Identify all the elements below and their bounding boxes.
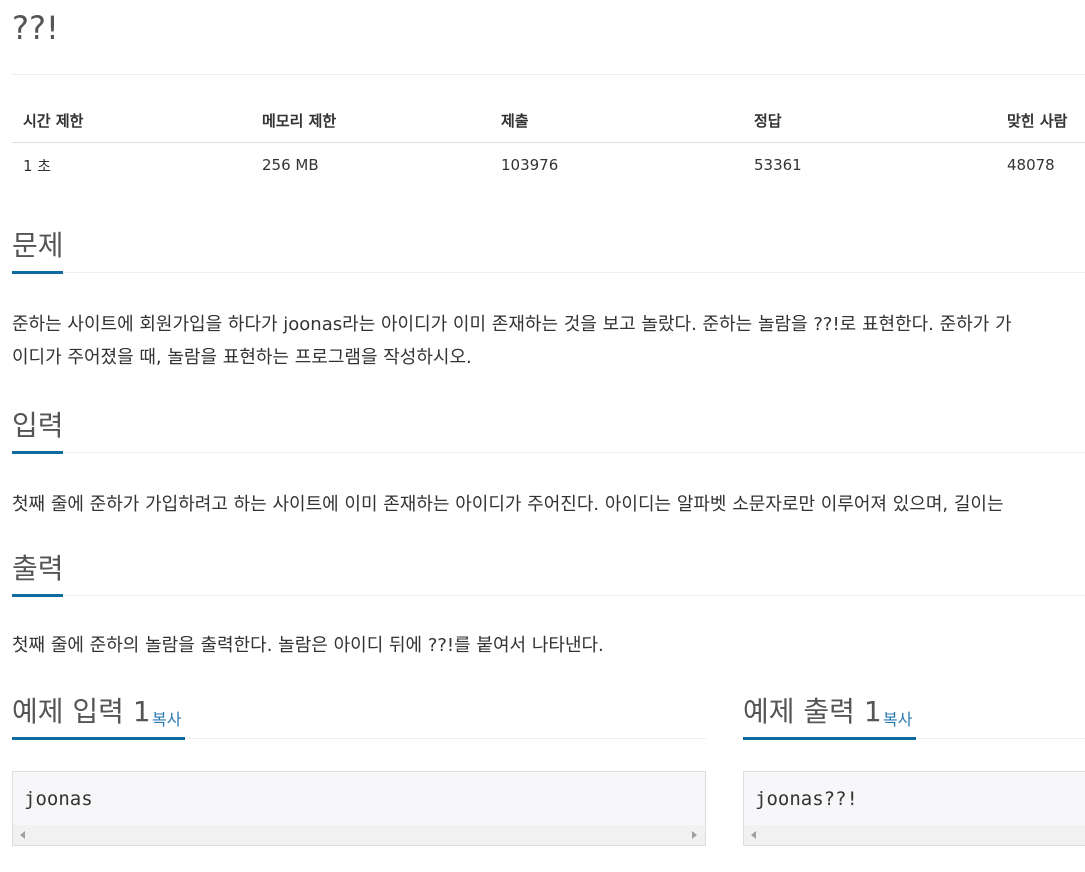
sample-input-code-box[interactable]: joonas bbox=[12, 771, 706, 846]
output-text-line: 첫째 줄에 준하의 놀람을 출력한다. 놀람은 아이디 뒤에 ??!를 붙여서 … bbox=[12, 635, 604, 656]
scroll-right-arrow-icon[interactable] bbox=[692, 831, 697, 839]
section-problem-body: 준하는 사이트에 회원가입을 하다가 joonas라는 아이디가 이미 존재하는… bbox=[12, 308, 1085, 374]
sample-output-title: 예제 출력 1 bbox=[743, 695, 882, 728]
scroll-left-arrow-icon[interactable] bbox=[751, 831, 756, 839]
sample-output-header: 예제 출력 1 복사 bbox=[743, 694, 1085, 740]
page-title: ??! bbox=[12, 9, 59, 47]
section-underline bbox=[12, 451, 63, 454]
problem-text-line: 이디가 주어졌을 때, 놀람을 표현하는 프로그램을 작성하시오. bbox=[12, 347, 472, 368]
section-divider bbox=[12, 272, 1085, 273]
header-submissions: 제출 bbox=[490, 98, 743, 143]
copy-sample-output-button[interactable]: 복사 bbox=[883, 706, 912, 730]
sample-input-header: 예제 입력 1 복사 bbox=[12, 694, 706, 740]
section-input: 입력 첫째 줄에 준하가 가입하려고 하는 사이트에 이미 존재하는 아이디가 … bbox=[12, 408, 1085, 515]
horizontal-scrollbar[interactable] bbox=[744, 825, 1085, 845]
section-input-body: 첫째 줄에 준하가 가입하려고 하는 사이트에 이미 존재하는 아이디가 주어진… bbox=[12, 488, 1085, 521]
horizontal-scrollbar[interactable] bbox=[13, 825, 705, 845]
value-submissions: 103976 bbox=[501, 156, 559, 174]
value-solved-users: 48078 bbox=[1007, 156, 1055, 174]
sample-output-code-box[interactable]: joonas??! bbox=[743, 771, 1085, 846]
input-text-line: 첫째 줄에 준하가 가입하려고 하는 사이트에 이미 존재하는 아이디가 주어진… bbox=[12, 494, 1004, 515]
section-underline bbox=[12, 271, 63, 274]
sample-input-title: 예제 입력 1 bbox=[12, 695, 151, 728]
value-memory-limit: 256 MB bbox=[262, 156, 319, 174]
section-problem-title: 문제 bbox=[12, 229, 64, 262]
sample-output-panel: 예제 출력 1 복사 bbox=[743, 694, 1085, 740]
info-header-row: 시간 제한 메모리 제한 제출 정답 맞힌 사람 bbox=[12, 98, 1085, 143]
section-problem-header: 문제 bbox=[12, 228, 1085, 274]
section-output-header: 출력 bbox=[12, 551, 1085, 597]
header-solved-users: 맞힌 사람 bbox=[996, 98, 1085, 143]
section-output: 출력 첫째 줄에 준하의 놀람을 출력한다. 놀람은 아이디 뒤에 ??!를 붙… bbox=[12, 551, 1085, 656]
section-divider bbox=[12, 595, 1085, 596]
problem-text-line: 준하는 사이트에 회원가입을 하다가 joonas라는 아이디가 이미 존재하는… bbox=[12, 314, 1012, 335]
sample-output-code: joonas??! bbox=[755, 788, 858, 810]
copy-sample-input-button[interactable]: 복사 bbox=[152, 706, 181, 730]
section-underline bbox=[12, 594, 63, 597]
section-output-body: 첫째 줄에 준하의 놀람을 출력한다. 놀람은 아이디 뒤에 ??!를 붙여서 … bbox=[12, 629, 1085, 662]
section-output-title: 출력 bbox=[12, 552, 64, 585]
sample-input-code: joonas bbox=[24, 788, 93, 810]
section-divider bbox=[12, 452, 1085, 453]
header-time-limit: 시간 제한 bbox=[12, 98, 251, 143]
section-input-header: 입력 bbox=[12, 408, 1085, 454]
section-input-title: 입력 bbox=[12, 409, 64, 442]
info-value-row: 1 초 256 MB 103976 53361 48078 bbox=[12, 143, 1085, 188]
value-accepted: 53361 bbox=[754, 156, 802, 174]
value-time-limit: 1 초 bbox=[23, 156, 52, 175]
section-problem: 문제 준하는 사이트에 회원가입을 하다가 joonas라는 아이디가 이미 존… bbox=[12, 228, 1085, 368]
sample-underline bbox=[743, 737, 916, 740]
sample-underline bbox=[12, 737, 185, 740]
problem-info-table: 시간 제한 메모리 제한 제출 정답 맞힌 사람 1 초 256 MB 1039… bbox=[12, 98, 1085, 187]
header-accepted: 정답 bbox=[743, 98, 996, 143]
scroll-left-arrow-icon[interactable] bbox=[20, 831, 25, 839]
header-memory-limit: 메모리 제한 bbox=[251, 98, 490, 143]
sample-input-panel: 예제 입력 1 복사 bbox=[12, 694, 706, 740]
title-divider bbox=[12, 74, 1085, 75]
